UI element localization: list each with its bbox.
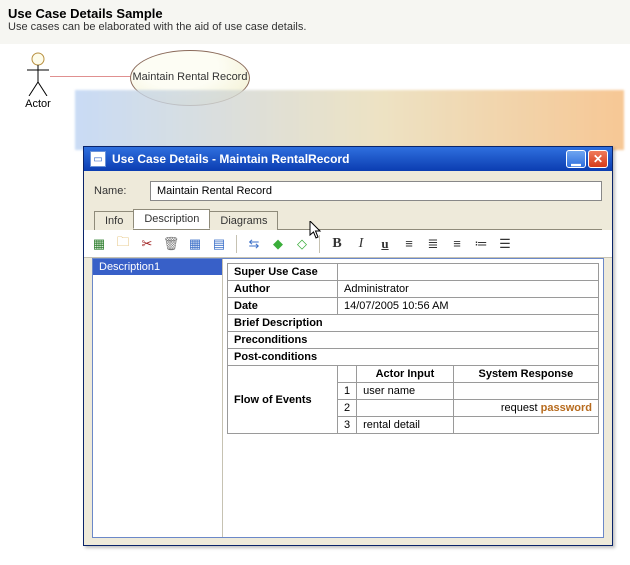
delete-icon[interactable]: 🗑	[162, 235, 180, 253]
cut-icon[interactable]: ✂	[138, 235, 156, 253]
new-icon[interactable]: ▦	[90, 235, 108, 253]
usecase-label: Maintain Rental Record	[133, 71, 248, 85]
bulleted-list-button[interactable]: ☰	[496, 235, 514, 253]
detail-pane: Super Use Case Author Administrator Date…	[223, 259, 603, 537]
system-response-cell[interactable]	[453, 417, 598, 434]
sample-subtitle: Use cases can be elaborated with the aid…	[8, 21, 622, 33]
callout-gradient	[75, 90, 624, 150]
open-icon[interactable]: 🗀	[114, 235, 132, 253]
align-left-button[interactable]: ≡	[400, 235, 418, 253]
separator-icon	[236, 235, 237, 253]
system-response-cell[interactable]: request password	[453, 400, 598, 417]
prop-label: Brief Description	[228, 315, 599, 332]
col-blank	[338, 366, 357, 383]
align-right-button[interactable]: ≡	[448, 235, 466, 253]
prop-value[interactable]: 14/07/2005 10:56 AM	[338, 298, 599, 315]
tab-strip: Info Description Diagrams	[84, 207, 612, 229]
up-icon[interactable]: ◆	[269, 235, 287, 253]
usecase-details-window: ▭ Use Case Details - Maintain RentalReco…	[83, 146, 613, 546]
properties-table: Super Use Case Author Administrator Date…	[227, 263, 599, 434]
prop-value[interactable]	[338, 264, 599, 281]
window-titlebar[interactable]: ▭ Use Case Details - Maintain RentalReco…	[84, 147, 612, 171]
align-center-button[interactable]: ≣	[424, 235, 442, 253]
close-button[interactable]: ✕	[588, 150, 608, 168]
prop-label: Date	[228, 298, 338, 315]
prop-label: Author	[228, 281, 338, 298]
actor-input-cell[interactable]	[357, 400, 454, 417]
col-system-response: System Response	[453, 366, 598, 383]
tab-description[interactable]: Description	[133, 209, 210, 229]
grid-icon[interactable]: ▤	[210, 235, 228, 253]
sample-title: Use Case Details Sample	[8, 6, 622, 21]
editor-toolbar: ▦ 🗀 ✂ 🗑 ▦ ▤ ⇆ ◆ ◇ B I u ≡ ≣ ≡ ≔ ☰	[84, 230, 612, 258]
prop-value[interactable]: Administrator	[338, 281, 599, 298]
numbered-list-button[interactable]: ≔	[472, 235, 490, 253]
tab-diagrams[interactable]: Diagrams	[209, 211, 278, 230]
down-icon[interactable]: ◇	[293, 235, 311, 253]
actor-input-cell[interactable]: user name	[357, 383, 454, 400]
minimize-button[interactable]: ▁	[566, 150, 586, 168]
window-title: Use Case Details - Maintain RentalRecord	[112, 152, 564, 166]
table-icon[interactable]: ▦	[186, 235, 204, 253]
actor-shape[interactable]: Actor	[18, 52, 58, 110]
actor-input-cell[interactable]: rental detail	[357, 417, 454, 434]
name-input[interactable]	[150, 181, 602, 201]
row-number: 3	[338, 417, 357, 434]
content-area: Description1 Super Use Case Author Admin…	[92, 258, 604, 538]
tree-item-description1[interactable]: Description1	[93, 259, 222, 275]
italic-button[interactable]: I	[352, 235, 370, 253]
prop-label: Preconditions	[228, 332, 599, 349]
system-response-cell[interactable]	[453, 383, 598, 400]
tab-info[interactable]: Info	[94, 211, 134, 230]
underline-button[interactable]: u	[376, 235, 394, 253]
prop-label: Super Use Case	[228, 264, 338, 281]
sample-header: Use Case Details Sample Use cases can be…	[0, 0, 630, 43]
window-icon: ▭	[90, 151, 106, 167]
tree-pane[interactable]: Description1	[93, 259, 223, 537]
name-row: Name:	[84, 171, 612, 207]
actor-label: Actor	[18, 98, 58, 110]
row-number: 2	[338, 400, 357, 417]
col-actor-input: Actor Input	[357, 366, 454, 383]
name-label: Name:	[94, 185, 140, 197]
prop-label: Post-conditions	[228, 349, 599, 366]
hierarchy-icon[interactable]: ⇆	[245, 235, 263, 253]
row-number: 1	[338, 383, 357, 400]
prop-label: Flow of Events	[228, 366, 338, 434]
separator-icon	[319, 235, 320, 253]
bold-button[interactable]: B	[328, 235, 346, 253]
association-line	[50, 76, 135, 77]
